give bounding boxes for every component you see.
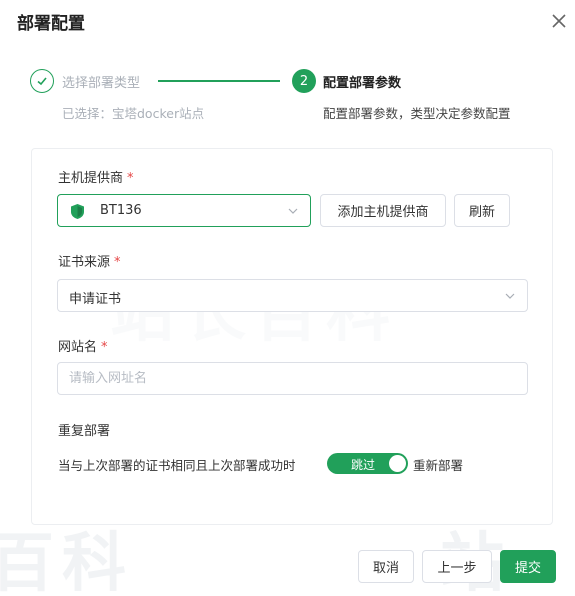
host-provider-value: BT136: [100, 203, 142, 218]
add-host-provider-button[interactable]: 添加主机提供商: [320, 194, 446, 227]
step-1-check-icon: [30, 69, 54, 93]
skip-redeploy-toggle[interactable]: 跳过: [327, 453, 408, 474]
previous-step-button[interactable]: 上一步: [422, 550, 492, 583]
cancel-button[interactable]: 取消: [358, 550, 414, 583]
redeploy-label: 重复部署: [58, 424, 111, 439]
cert-source-value: 申请证书: [69, 292, 122, 307]
refresh-button[interactable]: 刷新: [454, 194, 510, 227]
toggle-label: 跳过: [351, 458, 376, 472]
step-2-title: 配置部署参数: [323, 76, 402, 91]
step-1-title: 选择部署类型: [62, 76, 141, 91]
chevron-down-icon: [288, 206, 298, 216]
site-name-label: 网站名 *: [58, 340, 108, 355]
site-name-field[interactable]: [57, 362, 528, 395]
dialog-title: 部署配置: [17, 14, 85, 34]
host-provider-select[interactable]: BT136: [57, 194, 311, 227]
close-icon[interactable]: [548, 10, 570, 32]
cert-source-select[interactable]: 申请证书: [57, 279, 528, 312]
cert-source-label: 证书来源 *: [58, 255, 121, 270]
submit-button[interactable]: 提交: [500, 550, 556, 583]
site-name-input[interactable]: [69, 371, 527, 386]
toggle-knob: [389, 455, 406, 472]
redeploy-alt-option: 重新部署: [413, 458, 464, 473]
step-connector: [158, 80, 280, 82]
step-2-number: 2: [292, 69, 316, 93]
chevron-down-icon: [505, 291, 515, 301]
host-provider-label: 主机提供商 *: [58, 171, 134, 186]
step-1-desc: 已选择：宝塔docker站点: [62, 106, 205, 121]
step-2-desc: 配置部署参数，类型决定参数配置: [323, 106, 511, 121]
shield-icon: [69, 203, 86, 220]
redeploy-condition-text: 当与上次部署的证书相同且上次部署成功时: [58, 458, 296, 473]
